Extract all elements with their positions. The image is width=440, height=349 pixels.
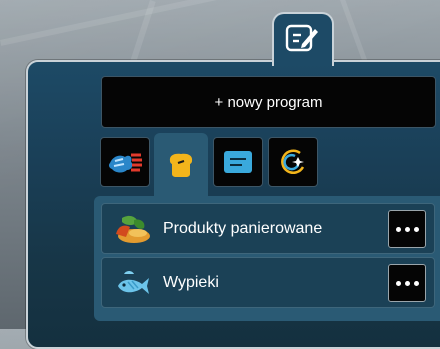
dot-icon [404, 280, 410, 286]
dot-icon [395, 280, 401, 286]
dot-icon [413, 280, 419, 286]
category-meat-fish[interactable] [100, 137, 150, 187]
category-bread[interactable] [156, 145, 206, 185]
program-label: Wypieki [163, 274, 219, 291]
fish-icon [118, 271, 149, 294]
category-tray[interactable] [213, 137, 263, 187]
bread-category-icon [169, 153, 193, 177]
edit-icon[interactable] [285, 22, 319, 54]
program-label: Produkty panierowane [163, 220, 323, 237]
new-program-button[interactable]: + nowy program [101, 76, 436, 128]
breaded-products-icon [116, 215, 150, 243]
dot-icon [404, 226, 410, 232]
tray-category-icon [224, 151, 252, 173]
special-program-icon [281, 149, 305, 174]
dot-icon [395, 226, 401, 232]
program-row-baked[interactable]: Wypieki [101, 257, 435, 308]
meat-fish-category-icon [108, 153, 142, 173]
tab-joint [274, 58, 328, 64]
category-special[interactable] [268, 137, 318, 187]
more-options-button[interactable] [388, 210, 426, 248]
more-options-button[interactable] [388, 264, 426, 302]
background-streak [340, 0, 369, 66]
dot-icon [413, 226, 419, 232]
program-row-breaded[interactable]: Produkty panierowane [101, 203, 435, 254]
